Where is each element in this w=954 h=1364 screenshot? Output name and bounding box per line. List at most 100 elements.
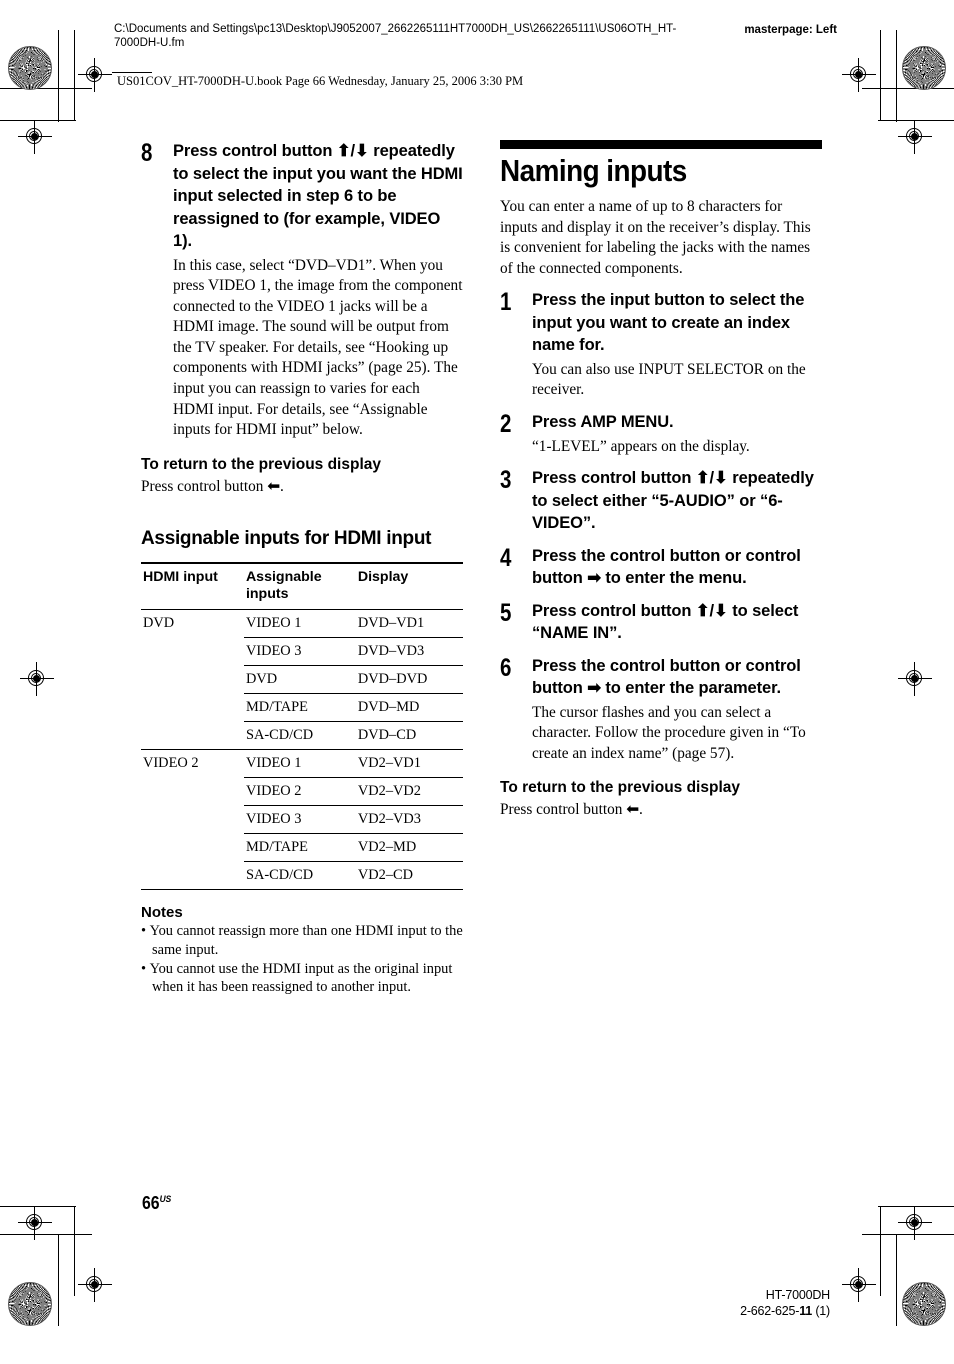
step-3: 3 Press control button ⬆/⬇ repeatedly to… xyxy=(500,467,822,535)
left-column: 8 Press control button ⬆/⬇ repeatedly to… xyxy=(141,140,463,997)
cell-hdmi-input xyxy=(141,862,244,890)
step-2-number: 2 xyxy=(500,410,511,439)
document-page: C:\Documents and Settings\pc13\Desktop\J… xyxy=(0,0,954,1364)
step-2-note: “1-LEVEL” appears on the display. xyxy=(532,437,750,455)
registration-target-left-middle xyxy=(20,662,54,696)
step-2: 2 Press AMP MENU. “1-LEVEL” appears on t… xyxy=(500,411,822,457)
table-row: SA-CD/CD VD2–CD xyxy=(141,861,463,890)
model-footer: HT-7000DH 2-662-625-11 (1) xyxy=(740,1288,830,1319)
step-4-title: Press the control button or control butt… xyxy=(532,546,801,588)
density-patch-bottom-right xyxy=(902,1282,946,1326)
cell-hdmi-input xyxy=(141,694,244,722)
table-bottom-rule-row xyxy=(141,889,463,891)
right-return-text: Press control button ⬅. xyxy=(500,801,643,819)
registration-target-bottom-left xyxy=(78,1268,112,1302)
cell-assignable-input: DVD xyxy=(243,665,356,694)
cell-display: VD2–VD1 xyxy=(355,749,463,778)
cell-display: DVD–CD xyxy=(355,721,463,750)
cell-display: VD2–VD2 xyxy=(355,777,463,806)
cell-assignable-input: VIDEO 1 xyxy=(243,609,356,638)
step-8-note: In this case, select “DVD–VD1”. When you… xyxy=(173,256,463,439)
step-8-number: 8 xyxy=(141,139,152,167)
registration-target-left-upper xyxy=(18,120,52,154)
table-bottom-rule xyxy=(243,889,356,891)
cell-hdmi-input: DVD xyxy=(141,609,244,638)
step-3-number: 3 xyxy=(500,466,511,495)
part-number-prefix: 2-662-625- xyxy=(740,1303,800,1318)
step-1: 1 Press the input button to select the i… xyxy=(500,289,822,401)
registration-target-right-lower xyxy=(898,1206,932,1240)
column-header-hdmi-input: HDMI input xyxy=(141,562,244,610)
step-6: 6 Press the control button or control bu… xyxy=(500,655,822,765)
step-1-number: 1 xyxy=(500,288,511,317)
table-row: MD/TAPE DVD–MD xyxy=(141,693,463,722)
step-6-title: Press the control button or control butt… xyxy=(532,656,801,698)
cell-hdmi-input xyxy=(141,638,244,666)
cell-hdmi-input xyxy=(141,806,244,834)
model-name: HT-7000DH xyxy=(765,1288,830,1302)
cell-assignable-input: VIDEO 2 xyxy=(243,777,356,806)
table-bottom-rule xyxy=(355,889,463,891)
step-4-number: 4 xyxy=(500,543,511,572)
right-return-heading: To return to the previous display xyxy=(500,779,740,797)
chapter-intro-paragraph: You can enter a name of up to 8 characte… xyxy=(500,198,811,277)
step-5-number: 5 xyxy=(500,598,511,627)
table-row: MD/TAPE VD2–MD xyxy=(141,833,463,862)
step-8-title: Press control button ⬆/⬇ repeatedly to s… xyxy=(173,142,463,250)
step-6-note: The cursor flashes and you can select a … xyxy=(532,703,806,762)
step-1-note: You can also use INPUT SELECTOR on the r… xyxy=(532,360,806,399)
cell-display: DVD–VD1 xyxy=(355,609,463,638)
book-source-line: US01COV_HT-7000DH-U.book Page 66 Wednesd… xyxy=(117,74,524,88)
assignable-inputs-table: HDMI input Assignable inputs Display DVD… xyxy=(141,562,463,891)
table-row: SA-CD/CD DVD–CD xyxy=(141,721,463,750)
table-row: DVD VIDEO 1 DVD–VD1 xyxy=(141,609,463,638)
step-5: 5 Press control button ⬆/⬇ to select “NA… xyxy=(500,600,822,645)
chapter-title: Naming inputs xyxy=(500,153,687,188)
table-row: VIDEO 3 VD2–VD3 xyxy=(141,805,463,834)
cell-display: VD2–VD3 xyxy=(355,805,463,834)
density-patch-top-left xyxy=(8,46,52,90)
cell-display: DVD–VD3 xyxy=(355,637,463,666)
step-3-title: Press control button ⬆/⬇ repeatedly to s… xyxy=(532,469,814,533)
density-patch-bottom-left xyxy=(8,1282,52,1326)
table-row: VIDEO 3 DVD–VD3 xyxy=(141,637,463,666)
page-folio: 66US xyxy=(142,1193,171,1214)
registration-target-right-upper xyxy=(898,120,932,154)
cell-display: VD2–MD xyxy=(355,833,463,862)
step-4: 4 Press the control button or control bu… xyxy=(500,545,822,590)
cell-assignable-input: VIDEO 3 xyxy=(243,637,356,666)
table-header-row: HDMI input Assignable inputs Display xyxy=(141,562,463,610)
table-row: DVD DVD–DVD xyxy=(141,665,463,694)
step-5-title: Press control button ⬆/⬇ to select “NAME… xyxy=(532,601,799,643)
masterpage-label: masterpage: Left xyxy=(744,24,837,36)
cell-assignable-input: MD/TAPE xyxy=(243,833,356,862)
cell-display: VD2–CD xyxy=(355,861,463,890)
cell-hdmi-input xyxy=(141,834,244,862)
registration-target-top-right xyxy=(842,58,876,92)
step-2-title: Press AMP MENU. xyxy=(532,413,674,432)
assignable-inputs-table-body: DVD VIDEO 1 DVD–VD1 VIDEO 3 DVD–VD3 DVD … xyxy=(141,609,463,891)
cell-assignable-input: MD/TAPE xyxy=(243,693,356,722)
table-row: VIDEO 2 VIDEO 1 VD2–VD1 xyxy=(141,749,463,778)
cell-hdmi-input xyxy=(141,778,244,806)
page-number: 66 xyxy=(142,1193,160,1213)
part-number: 2-662-625-11 (1) xyxy=(740,1304,830,1320)
list-item: You cannot reassign more than one HDMI i… xyxy=(141,922,463,959)
cell-hdmi-input xyxy=(141,722,244,750)
right-column: Naming inputs You can enter a name of up… xyxy=(500,140,822,821)
part-number-suffix: (1) xyxy=(812,1303,830,1318)
cell-display: DVD–MD xyxy=(355,693,463,722)
part-number-revision: 11 xyxy=(799,1303,813,1318)
notes-list: You cannot reassign more than one HDMI i… xyxy=(141,922,463,996)
registration-target-left-lower xyxy=(18,1206,52,1240)
cell-display: DVD–DVD xyxy=(355,665,463,694)
registration-target-top-left xyxy=(78,58,112,92)
registration-target-right-middle xyxy=(898,662,932,696)
column-header-assignable-inputs: Assignable inputs xyxy=(243,562,356,610)
left-return-text: Press control button ⬅. xyxy=(141,477,284,495)
table-bottom-rule xyxy=(141,889,244,891)
cell-assignable-input: VIDEO 1 xyxy=(243,749,356,778)
density-patch-top-right xyxy=(902,46,946,90)
assignable-inputs-heading: Assignable inputs for HDMI input xyxy=(141,528,432,550)
column-header-display: Display xyxy=(355,562,463,610)
